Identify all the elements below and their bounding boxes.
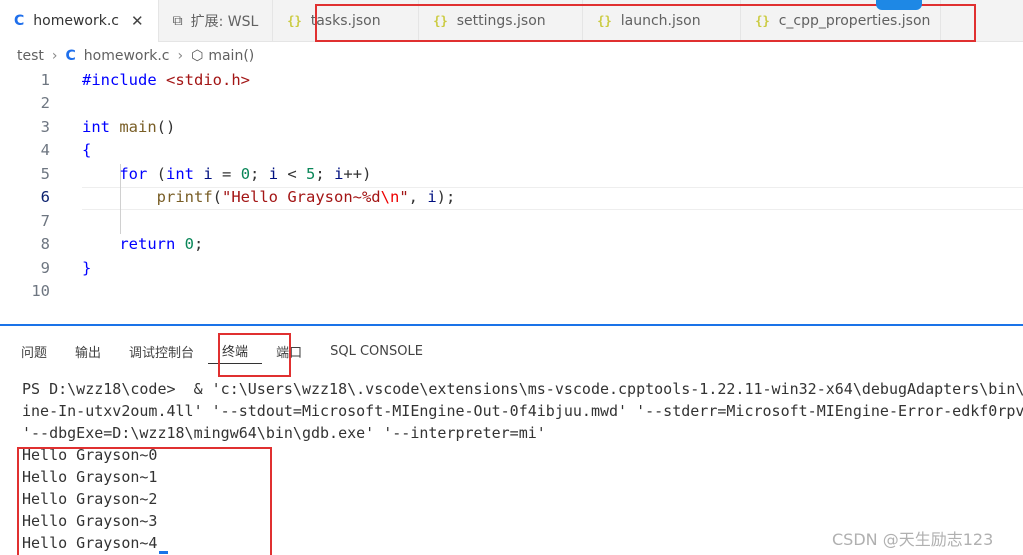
tab-label: tasks.json (310, 13, 381, 29)
watermark: CSDN @天生励志123 (832, 530, 994, 549)
code-text: return 0; (119, 235, 204, 254)
tab-label: homework.c (33, 13, 119, 29)
line-number: 7 (40, 211, 50, 230)
extension-icon: ⧉ (172, 13, 183, 29)
cube-icon: ⬡ (191, 48, 204, 64)
tab-label: launch.json (620, 13, 701, 29)
code-line: 6 printf("Hello Grayson~%d\n", i); (0, 186, 1023, 210)
line-number: 2 (40, 94, 50, 113)
line-number: 4 (40, 141, 50, 160)
program-output-line: Hello Grayson~1 (22, 468, 158, 486)
line-number: 5 (40, 164, 50, 183)
code-text: for (int i = 0; i < 5; i++) (119, 164, 372, 183)
tab-label: c_cpp_properties.json (778, 13, 931, 29)
json-file-icon: {} (755, 14, 770, 28)
code-text: } (82, 258, 92, 277)
output-text: Hello Grayson~4 (22, 534, 158, 552)
program-output-line: Hello Grayson~2 (22, 490, 158, 508)
code-line: 4 { (0, 139, 1023, 163)
tab-problems[interactable]: 问题 (0, 338, 61, 364)
code-text: printf("Hello Grayson~%d\n", i); (156, 188, 456, 207)
terminal-line: ine-In-utxv2oum.4ll' '--stdout=Microsoft… (22, 402, 1023, 420)
line-number: 3 (40, 117, 50, 136)
terminal-line: PS D:\wzz18\code> & 'c:\Users\wzz18\.vsc… (22, 380, 1023, 398)
editor-tab-bar: C homework.c ✕ ⧉ 扩展: WSL {} tasks.json {… (0, 0, 1023, 42)
floating-badge (876, 0, 922, 10)
code-line: 2 (0, 92, 1023, 116)
tab-extension-wsl[interactable]: ⧉ 扩展: WSL (159, 0, 274, 42)
breadcrumb-file[interactable]: homework.c (84, 48, 170, 64)
json-file-icon: {} (433, 14, 448, 28)
code-text: #include <stdio.h> (82, 70, 250, 89)
code-line: 7 (0, 209, 1023, 233)
breadcrumb: test › C homework.c › ⬡ main() (0, 44, 254, 68)
breadcrumb-symbol[interactable]: main() (208, 48, 254, 64)
tab-debug-console[interactable]: 调试控制台 (115, 338, 208, 364)
code-line: 3 int main() (0, 115, 1023, 139)
line-number: 6 (40, 188, 50, 207)
code-text: int main() (82, 117, 176, 136)
tab-output[interactable]: 输出 (61, 338, 115, 364)
json-file-icon: {} (597, 14, 612, 28)
tab-tasks-json[interactable]: {} tasks.json (273, 0, 420, 42)
code-line: 9 } (0, 256, 1023, 280)
close-icon[interactable]: ✕ (131, 12, 144, 30)
c-file-icon: C (65, 48, 76, 64)
terminal-cursor (159, 551, 169, 554)
chevron-right-icon: › (51, 48, 58, 64)
tab-label: 扩展: WSL (190, 14, 259, 30)
code-line: 1 #include <stdio.h> (0, 68, 1023, 92)
tab-ports[interactable]: 端口 (262, 338, 316, 364)
tab-label: settings.json (456, 13, 546, 29)
line-number: 8 (40, 235, 50, 254)
line-number: 10 (31, 282, 50, 301)
code-line: 8 return 0; (0, 233, 1023, 257)
line-number: 1 (40, 70, 50, 89)
terminal-line: '--dbgExe=D:\wzz18\mingw64\bin\gdb.exe' … (22, 424, 546, 442)
tab-launch-json[interactable]: {} launch.json (583, 0, 742, 42)
tab-sql-console[interactable]: SQL CONSOLE (316, 338, 437, 364)
program-output-line: Hello Grayson~0 (22, 446, 158, 464)
tab-homework-c[interactable]: C homework.c ✕ (0, 0, 159, 42)
tab-terminal[interactable]: 终端 (208, 338, 263, 364)
code-line: 5 for (int i = 0; i < 5; i++) (0, 162, 1023, 186)
json-file-icon: {} (287, 14, 302, 28)
bottom-panel: 问题 输出 调试控制台 终端 端口 SQL CONSOLE PS D:\wzz1… (0, 324, 1023, 555)
code-line: 10 (0, 280, 1023, 304)
tab-settings-json[interactable]: {} settings.json (419, 0, 584, 42)
line-number: 9 (40, 258, 50, 277)
code-text: { (82, 141, 92, 160)
panel-tabs: 问题 输出 调试控制台 终端 端口 SQL CONSOLE (0, 338, 437, 364)
chevron-right-icon: › (177, 48, 184, 64)
breadcrumb-folder[interactable]: test (17, 48, 44, 64)
code-editor[interactable]: 1 #include <stdio.h> 2 3 int main() 4 { … (0, 68, 1023, 323)
c-file-icon: C (14, 13, 25, 29)
